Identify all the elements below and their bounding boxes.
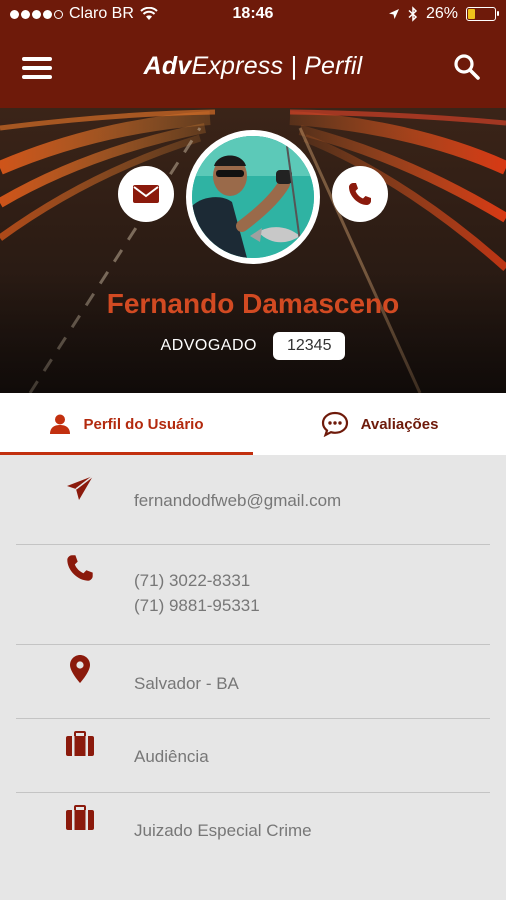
avatar (186, 130, 320, 264)
tab-user-profile[interactable]: Perfil do Usuário (0, 393, 253, 455)
app-header: Claro BR 18:46 26% AdvExpress | Perfil (0, 0, 506, 108)
oab-badge: 12345 (272, 332, 346, 360)
battery-percent: 26% (425, 5, 458, 22)
call-button[interactable] (332, 166, 388, 222)
court-value: Juizado Especial Crime (134, 821, 312, 840)
user-details-list: fernandodfweb@gmail.com (71) 3022-8331 (… (0, 455, 506, 900)
chat-bubble-icon (321, 411, 348, 437)
divider (16, 544, 490, 545)
profile-photo (192, 136, 314, 258)
location-arrow-icon (388, 9, 399, 19)
title-rest: Express | Perfil (191, 52, 363, 80)
profile-hero: Fernando Damasceno ADVOGADO 12345 (0, 108, 506, 393)
brand-title: Adv (143, 52, 192, 80)
status-bar: Claro BR 18:46 26% (0, 0, 506, 30)
phone-values: (71) 3022-8331 (71) 9881-95331 (134, 568, 260, 618)
role-label: ADVOGADO (160, 337, 257, 354)
role-row: ADVOGADO 12345 (0, 332, 506, 360)
divider (16, 718, 490, 719)
profile-tabs: Perfil do Usuário Avaliações (0, 393, 506, 455)
paper-plane-icon (67, 475, 94, 500)
battery-icon (466, 7, 499, 21)
briefcase-icon (66, 805, 94, 830)
tab-label: Avaliações (360, 415, 439, 433)
phone-primary: (71) 3022-8331 (134, 571, 251, 590)
battery-level (468, 9, 476, 19)
user-icon (50, 414, 71, 434)
divider (16, 792, 490, 793)
practice-area-value: Audiência (134, 747, 209, 766)
location-value: Salvador - BA (134, 674, 239, 693)
tab-label: Perfil do Usuário (83, 415, 204, 433)
nav-bar: AdvExpress | Perfil (0, 30, 506, 108)
briefcase-icon (66, 731, 94, 756)
tab-reviews[interactable]: Avaliações (253, 393, 506, 455)
phone-secondary: (71) 9881-95331 (134, 596, 260, 615)
search-icon[interactable] (450, 50, 484, 84)
bluetooth-icon (408, 6, 418, 22)
map-pin-icon (70, 655, 90, 683)
email-value: fernandodfweb@gmail.com (134, 491, 342, 510)
phone-icon (67, 555, 93, 581)
page-title: AdvExpress | Perfil (0, 52, 506, 81)
mail-icon (133, 185, 159, 203)
divider (16, 644, 490, 645)
profile-name: Fernando Damasceno (106, 288, 400, 319)
send-email-button[interactable] (118, 166, 174, 222)
phone-icon (349, 183, 371, 205)
